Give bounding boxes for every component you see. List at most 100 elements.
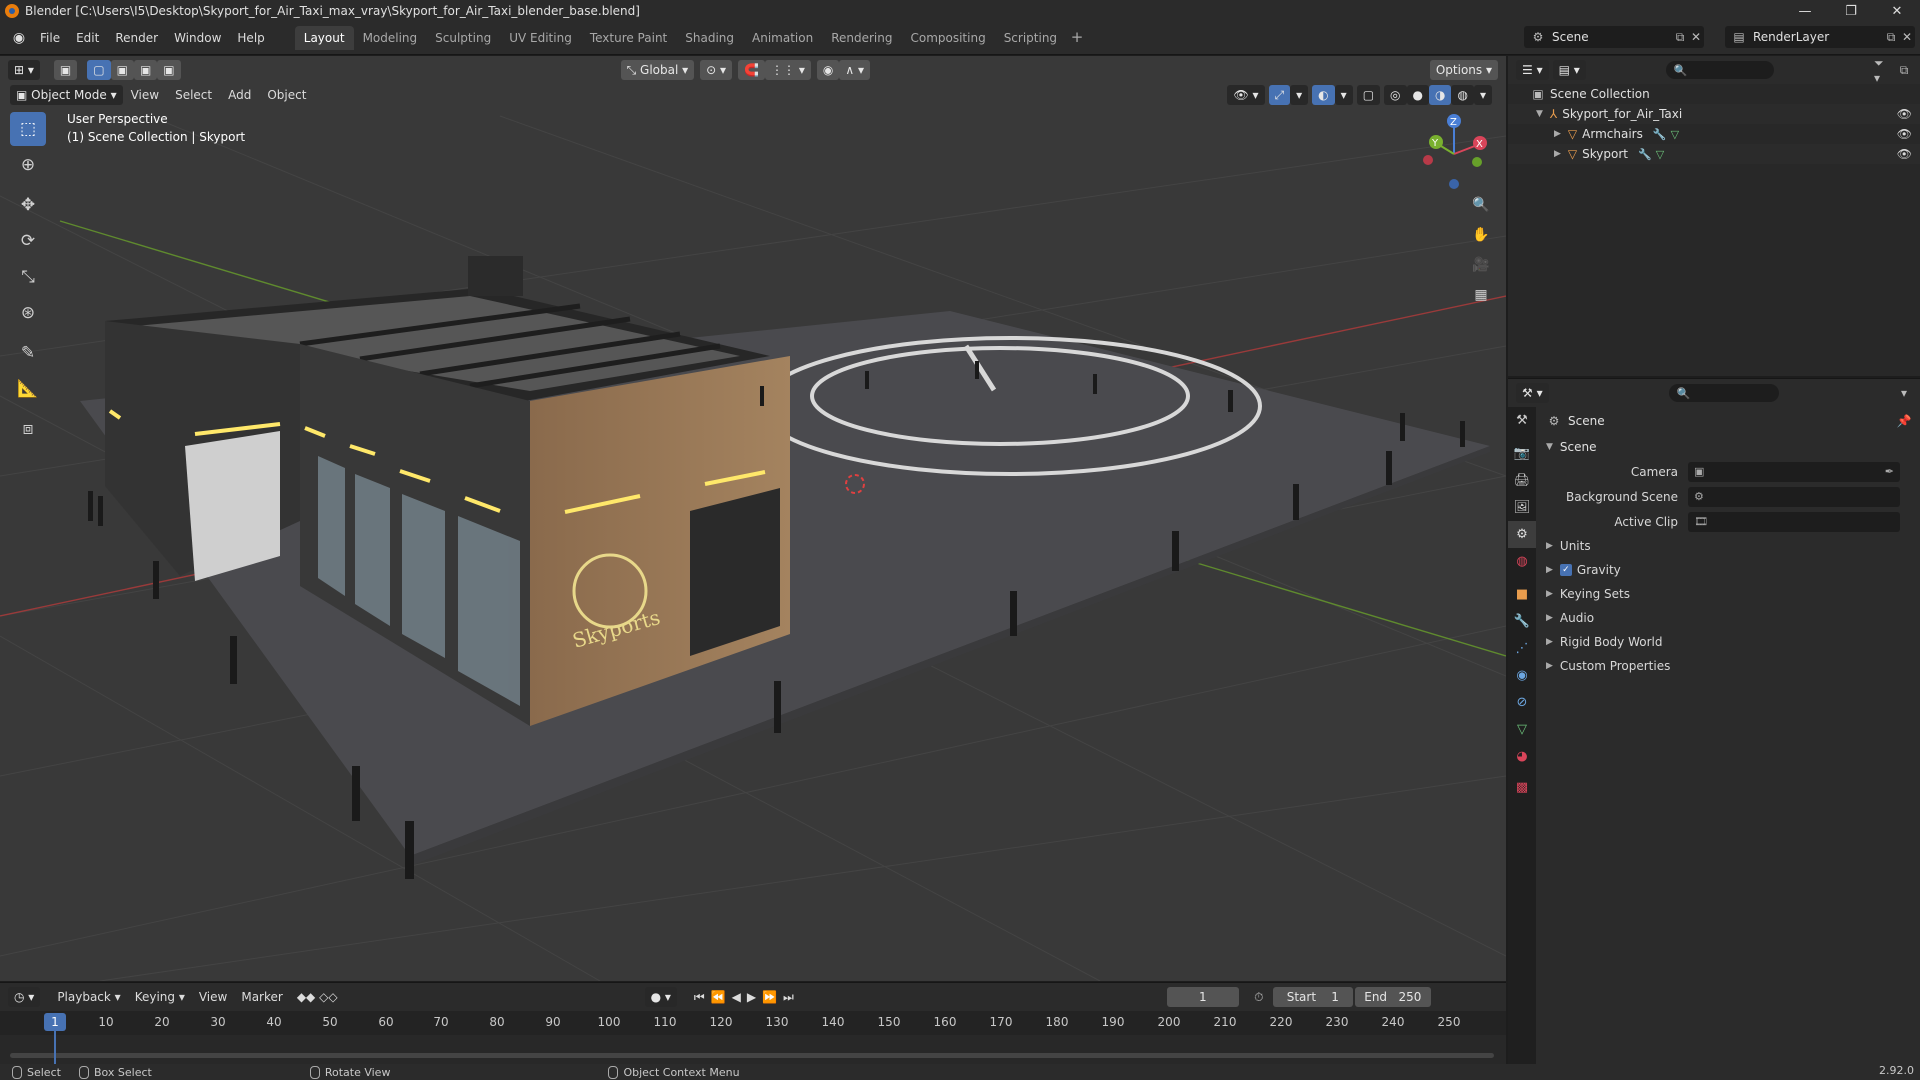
delete-scene-icon[interactable]: ✕ <box>1688 29 1704 45</box>
perspective-grid-icon[interactable]: ▦ <box>1468 282 1494 308</box>
shading-rendered-icon[interactable]: ◍ <box>1451 85 1474 105</box>
menu-file[interactable]: File <box>32 27 68 49</box>
particles-tab-icon[interactable]: ⋰ <box>1508 635 1536 662</box>
select-mode-subtract-icon[interactable]: ▣ <box>133 60 158 80</box>
visibility-eye-icon[interactable]: 👁 <box>1897 107 1912 121</box>
scale-tool-icon[interactable]: ⤡ <box>10 260 46 294</box>
use-preview-range-icon[interactable]: ⏱ <box>1251 989 1267 1005</box>
camera-field[interactable]: ▣ ✒ <box>1688 461 1900 482</box>
physics-tab-icon[interactable]: ◉ <box>1508 662 1536 689</box>
timeline-editor[interactable]: ◷ ▾ Playback ▾ Keying ▾ View Marker ◆◆ ◇… <box>0 982 1506 1065</box>
filter-icon[interactable]: ⏷ ▾ <box>1874 56 1890 85</box>
tab-shading[interactable]: Shading <box>676 26 743 50</box>
tab-sculpting[interactable]: Sculpting <box>426 26 500 50</box>
material-tab-icon[interactable]: ◕ <box>1508 743 1536 770</box>
new-scene-icon[interactable]: ⧉ <box>1672 29 1688 45</box>
properties-options-chevron-icon[interactable]: ▾ <box>1896 385 1912 401</box>
mode-dropdown[interactable]: ▣ Object Mode ▾ <box>10 85 123 105</box>
overlay-toggle-icon[interactable]: ◐ <box>1312 85 1335 105</box>
select-mode-new[interactable]: ▢ <box>87 60 111 80</box>
tab-rendering[interactable]: Rendering <box>822 26 901 50</box>
pan-hand-icon[interactable]: ✋ <box>1468 222 1494 248</box>
editor-type-button[interactable]: ⊞ ▾ <box>8 60 40 80</box>
panel-keying-sets[interactable]: ▶ Keying Sets <box>1538 582 1920 606</box>
panel-custom-properties[interactable]: ▶ Custom Properties <box>1538 654 1920 678</box>
select-mode-invert-icon[interactable]: ▣ <box>157 60 181 80</box>
active-clip-field[interactable]: 🎞 <box>1688 511 1900 532</box>
world-tab-icon[interactable]: ◍ <box>1508 548 1536 575</box>
zoom-icon[interactable]: 🔍 <box>1468 192 1494 218</box>
modifier-tab-icon[interactable]: 🔧 <box>1508 608 1536 635</box>
expand-chevron-down-icon[interactable]: ▼ <box>1536 109 1543 119</box>
view-layer-tab-icon[interactable]: 🖼 <box>1508 494 1536 521</box>
eyedropper-icon[interactable]: ✒ <box>1885 465 1894 478</box>
minimize-button[interactable]: — <box>1782 0 1828 22</box>
transform-tool-icon[interactable]: ⊛ <box>10 296 46 330</box>
menu-help[interactable]: Help <box>229 27 272 49</box>
snap-icon[interactable]: 🧲 <box>738 60 766 80</box>
pivot-point-icon[interactable]: ⊙ ▾ <box>700 60 733 80</box>
tab-animation[interactable]: Animation <box>743 26 822 50</box>
record-icon[interactable]: ● ▾ <box>644 987 677 1007</box>
timeline-menu-marker[interactable]: Marker <box>234 990 289 1004</box>
view-layer-selector[interactable]: ▤ RenderLayer ⧉ ✕ <box>1725 26 1915 48</box>
visibility-eye-icon[interactable]: 👁 <box>1897 147 1912 161</box>
move-tool-icon[interactable]: ✥ <box>10 188 46 222</box>
add-workspace-button[interactable]: + <box>1066 26 1088 48</box>
viewport-menu-add[interactable]: Add <box>220 88 259 102</box>
timeline-scrollbar[interactable] <box>10 1053 1494 1058</box>
options-dropdown[interactable]: Options ▾ <box>1429 60 1498 80</box>
current-frame-field[interactable]: 1 <box>1166 987 1239 1007</box>
properties-editor-type-icon[interactable]: ⚒ ▾ <box>1516 383 1549 403</box>
overlay-dropdown[interactable]: ▾ <box>1334 85 1353 105</box>
keyframe-icons[interactable]: ◆◆ ◇◇ <box>290 990 345 1004</box>
select-box-tool-icon[interactable]: ⬚ <box>10 112 46 146</box>
shading-solid-icon[interactable]: ● <box>1406 85 1429 105</box>
end-frame-field[interactable]: End 250 <box>1354 987 1431 1007</box>
rotate-tool-icon[interactable]: ⟳ <box>10 224 46 258</box>
new-collection-icon[interactable]: ⧉ <box>1896 62 1912 78</box>
timeline-menu-keying[interactable]: Keying ▾ <box>128 990 192 1004</box>
gravity-checkbox[interactable]: ✓ <box>1559 564 1572 576</box>
outliner[interactable]: ☰ ▾ ▤ ▾ 🔍 ⏷ ▾ ⧉ ▣ Scene Collection ▼ ⅄ S… <box>1508 56 1920 376</box>
outliner-row-skyport[interactable]: ▶ ▽ Skyport 🔧 ▽ 👁 <box>1508 144 1920 164</box>
panel-rigid-body-world[interactable]: ▶ Rigid Body World <box>1538 630 1920 654</box>
shading-wireframe-icon[interactable]: ◎ <box>1384 85 1407 105</box>
close-button[interactable]: ✕ <box>1874 0 1920 22</box>
timeline-menu-view[interactable]: View <box>192 990 234 1004</box>
mesh-data-icon[interactable]: ▽ <box>1671 128 1679 141</box>
expand-chevron-right-icon[interactable]: ▶ <box>1554 149 1561 159</box>
modifier-wrench-icon[interactable]: 🔧 <box>1638 148 1652 161</box>
cursor-tool-icon[interactable]: ⊕ <box>10 148 46 182</box>
xray-toggle-icon[interactable]: ▢ <box>1356 85 1381 105</box>
timeline-menu-playback[interactable]: Playback ▾ <box>50 990 127 1004</box>
gizmo-toggle-icon[interactable]: ⤢ <box>1268 85 1291 105</box>
output-tab-icon[interactable]: 🖨 <box>1508 467 1536 494</box>
mesh-data-tab-icon[interactable]: ▽ <box>1508 716 1536 743</box>
panel-scene-header[interactable]: ▼ Scene <box>1538 435 1920 459</box>
falloff-icon[interactable]: ∧ ▾ <box>839 60 870 80</box>
annotate-tool-icon[interactable]: ✎ <box>10 336 46 370</box>
transform-orientation-dropdown[interactable]: ⤡ Global ▾ <box>620 60 695 80</box>
scene-tab-icon[interactable]: ⚙ <box>1508 521 1536 548</box>
outliner-editor-type-icon[interactable]: ☰ ▾ <box>1516 60 1549 80</box>
outliner-row-skyport-for-air-taxi[interactable]: ▼ ⅄ Skyport_for_Air_Taxi 👁 <box>1508 104 1920 124</box>
select-mode-extend-icon[interactable]: ▣ <box>110 60 134 80</box>
menu-window[interactable]: Window <box>166 27 229 49</box>
texture-tab-icon[interactable]: ▩ <box>1508 774 1536 801</box>
visibility-eye-icon[interactable]: 👁 <box>1897 127 1912 141</box>
menu-edit[interactable]: Edit <box>68 27 107 49</box>
viewport-menu-select[interactable]: Select <box>167 88 220 102</box>
expand-chevron-right-icon[interactable]: ▶ <box>1554 129 1561 139</box>
outliner-row-scene-collection[interactable]: ▣ Scene Collection <box>1508 84 1920 104</box>
tab-modeling[interactable]: Modeling <box>354 26 427 50</box>
playback-controls-icon[interactable]: ⏮⏪◀▶⏩⏭ <box>687 990 807 1005</box>
pin-icon[interactable]: 📌 <box>1896 413 1912 429</box>
shading-material-icon[interactable]: ◑ <box>1429 85 1452 105</box>
outliner-row-armchairs[interactable]: ▶ ▽ Armchairs 🔧 ▽ 👁 <box>1508 124 1920 144</box>
mesh-data-icon[interactable]: ▽ <box>1656 148 1664 161</box>
background-scene-field[interactable]: ⚙ <box>1688 486 1900 507</box>
constraints-tab-icon[interactable]: ⊘ <box>1508 689 1536 716</box>
viewport-menu-object[interactable]: Object <box>259 88 314 102</box>
outliner-search-input[interactable]: 🔍 <box>1665 61 1774 79</box>
